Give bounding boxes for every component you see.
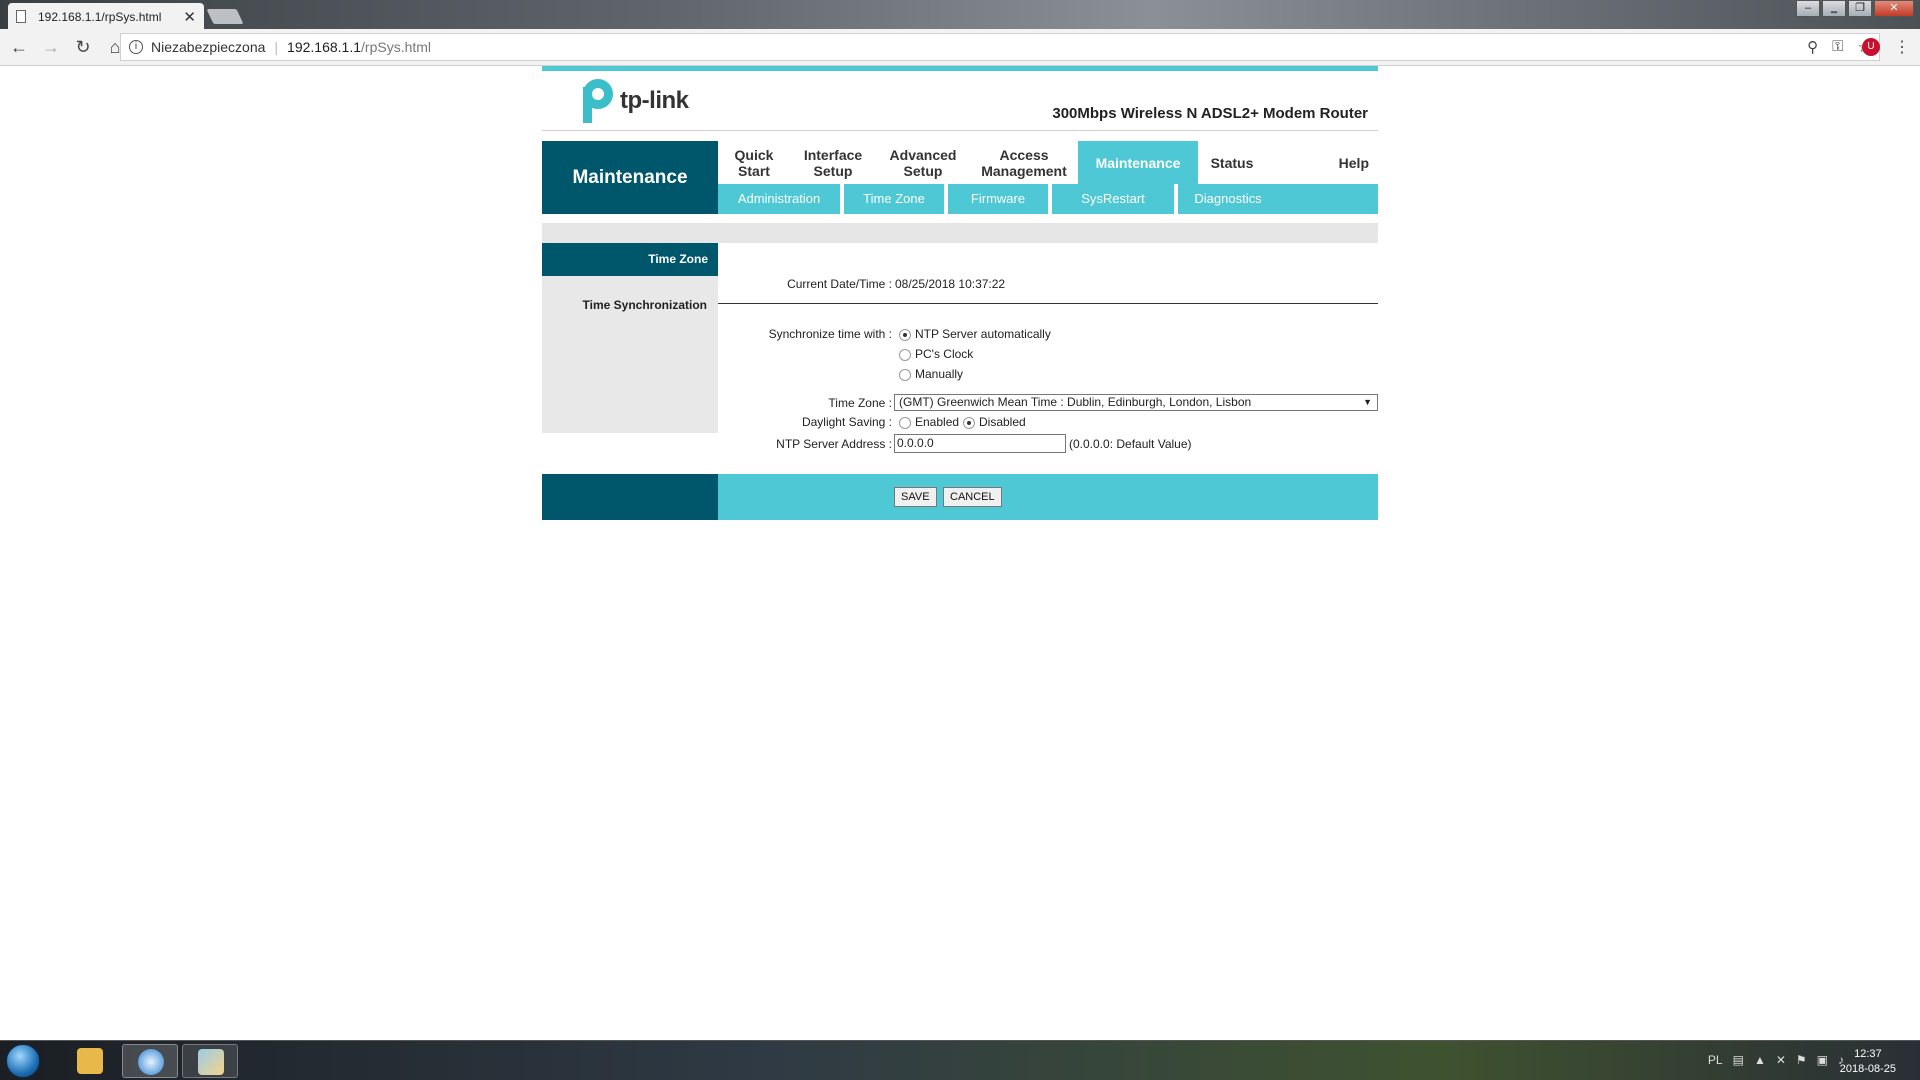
time-zone-label: Time Zone : xyxy=(828,396,892,410)
submenu-bar: Administration Time Zone Firmware SysRes… xyxy=(718,184,1378,214)
new-tab-button[interactable] xyxy=(206,9,244,24)
dropdown-arrow-icon: ▼ xyxy=(1363,397,1372,407)
section-title: Maintenance xyxy=(542,141,718,214)
menu-icon[interactable]: ⋮ xyxy=(1894,37,1910,57)
keyboard-icon[interactable]: ▤ xyxy=(1733,1053,1744,1067)
main-navigation: Maintenance Quick Start Interface Setup … xyxy=(542,141,1378,214)
menu-interface-setup[interactable]: Interface Setup xyxy=(790,141,876,184)
time-zone-heading: Time Zone xyxy=(542,243,718,276)
window-controls: – ‗ ❐ ✕ xyxy=(1794,0,1914,18)
app-tray-icon[interactable]: ✕ xyxy=(1776,1053,1786,1067)
minimize-icon[interactable]: – xyxy=(1796,0,1820,17)
sync-option-manually[interactable]: Manually xyxy=(899,367,963,381)
tplink-logo: tp-link xyxy=(574,79,689,123)
browser-tab-strip: 192.168.1.1/rpSys.html ✕ – ‗ ❐ ✕ xyxy=(0,0,1920,30)
menu-bar: Quick Start Interface Setup Advanced Set… xyxy=(718,141,1378,184)
router-page: tp-link 300Mbps Wireless N ADSL2+ Modem … xyxy=(542,66,1378,520)
taskbar-paint[interactable] xyxy=(182,1044,238,1078)
address-bar[interactable]: i Niezabezpieczona | 192.168.1.1 /rpSys.… xyxy=(120,33,1880,61)
sync-option-ntp[interactable]: NTP Server automatically xyxy=(899,327,1051,341)
submenu-sysrestart[interactable]: SysRestart xyxy=(1052,184,1178,214)
grey-band xyxy=(542,223,1378,243)
daylight-disabled-option[interactable]: Disabled xyxy=(963,415,1026,429)
zoom-icon[interactable]: ⚲ xyxy=(1807,38,1818,56)
model-name: 300Mbps Wireless N ADSL2+ Modem Router xyxy=(1052,105,1368,122)
action-bar-left xyxy=(542,474,718,520)
browser-tab[interactable]: 192.168.1.1/rpSys.html ✕ xyxy=(8,3,204,30)
clock-date: 2018-08-25 xyxy=(1839,1063,1896,1075)
paint-icon xyxy=(198,1049,224,1075)
browser-icon xyxy=(138,1049,164,1075)
divider xyxy=(718,303,1378,304)
security-label: Niezabezpieczona xyxy=(151,39,266,55)
ntp-address-label: NTP Server Address : xyxy=(776,437,892,451)
action-bar-right: SAVE CANCEL xyxy=(718,474,1378,520)
radio-manually[interactable] xyxy=(899,368,911,381)
menu-help[interactable]: Help xyxy=(1266,141,1378,184)
clock-time: 12:37 xyxy=(1854,1048,1882,1060)
menu-advanced-setup[interactable]: Advanced Setup xyxy=(876,141,970,184)
cancel-button[interactable]: CANCEL xyxy=(943,487,1002,507)
submenu-diagnostics[interactable]: Diagnostics xyxy=(1178,184,1278,214)
key-icon[interactable]: ⚿ xyxy=(1832,38,1843,56)
taskbar-browser[interactable] xyxy=(122,1044,178,1078)
flag-icon[interactable]: ⚑ xyxy=(1796,1053,1807,1067)
extension-icon[interactable]: U xyxy=(1862,38,1880,56)
form-side-labels: Time Zone Time Synchronization xyxy=(542,243,718,433)
radio-daylight-enabled[interactable] xyxy=(899,416,911,429)
url-host: 192.168.1.1 xyxy=(287,39,362,55)
restore-icon[interactable]: ❐ xyxy=(1848,0,1872,17)
sync-label: Synchronize time with : xyxy=(768,327,892,341)
page-header: tp-link 300Mbps Wireless N ADSL2+ Modem … xyxy=(542,71,1378,131)
radio-pc-clock[interactable] xyxy=(899,348,911,361)
info-icon[interactable]: i xyxy=(129,40,143,54)
form-fields: Current Date/Time : 08/25/2018 10:37:22 … xyxy=(718,243,1378,453)
url-path: /rpSys.html xyxy=(361,39,432,55)
menu-access-management[interactable]: Access Management xyxy=(970,141,1078,184)
time-zone-select[interactable]: (GMT) Greenwich Mean Time : Dublin, Edin… xyxy=(894,394,1378,411)
system-tray: PL ▤ ▲ ✕ ⚑ ▣ ♪ xyxy=(1708,1053,1844,1067)
taskbar: PL ▤ ▲ ✕ ⚑ ▣ ♪ 12:37 2018-08-25 xyxy=(0,1040,1920,1080)
back-icon[interactable]: ← xyxy=(6,34,32,60)
clock[interactable]: 12:37 2018-08-25 xyxy=(1840,1047,1896,1077)
radio-daylight-disabled[interactable] xyxy=(963,416,975,429)
daylight-enabled-option[interactable]: Enabled xyxy=(899,415,959,429)
save-button[interactable]: SAVE xyxy=(894,487,937,507)
separator: | xyxy=(274,39,279,55)
reload-icon[interactable]: ↻ xyxy=(70,34,96,60)
tab-title: 192.168.1.1/rpSys.html xyxy=(38,9,162,24)
logo-text: tp-link xyxy=(620,87,689,114)
radio-ntp[interactable] xyxy=(899,328,911,341)
menu-maintenance[interactable]: Maintenance xyxy=(1078,141,1198,184)
start-button-icon[interactable] xyxy=(6,1044,40,1078)
submenu-administration[interactable]: Administration xyxy=(718,184,844,214)
sync-option-pc-clock[interactable]: PC's Clock xyxy=(899,347,973,361)
current-datetime-label: Current Date/Time : xyxy=(787,277,892,291)
network-icon[interactable]: ▣ xyxy=(1817,1053,1828,1067)
ntp-address-hint: (0.0.0.0: Default Value) xyxy=(1069,437,1192,451)
tab-close-icon[interactable]: ✕ xyxy=(183,8,196,26)
folder-icon xyxy=(77,1048,103,1074)
logo-mark-icon xyxy=(574,79,614,123)
menu-status[interactable]: Status xyxy=(1198,141,1266,184)
page-icon xyxy=(16,10,26,23)
browser-toolbar: ← → ↻ ⌂ i Niezabezpieczona | 192.168.1.1… xyxy=(0,29,1920,66)
language-indicator[interactable]: PL xyxy=(1708,1053,1723,1067)
forward-icon[interactable]: → xyxy=(38,34,64,60)
submenu-firmware[interactable]: Firmware xyxy=(948,184,1052,214)
time-zone-form: Time Zone Time Synchronization Current D… xyxy=(542,243,1378,453)
minimize-icon[interactable]: ‗ xyxy=(1822,0,1846,17)
tray-expand-icon[interactable]: ▲ xyxy=(1754,1053,1766,1067)
submenu-time-zone[interactable]: Time Zone xyxy=(844,184,948,214)
close-window-icon[interactable]: ✕ xyxy=(1874,0,1914,17)
action-bar: SAVE CANCEL xyxy=(542,474,1378,520)
taskbar-explorer[interactable] xyxy=(62,1044,118,1078)
daylight-saving-label: Daylight Saving : xyxy=(801,415,892,429)
menu-quick-start[interactable]: Quick Start xyxy=(718,141,790,184)
time-sync-heading: Time Synchronization xyxy=(582,298,707,312)
current-datetime-value: 08/25/2018 10:37:22 xyxy=(895,277,1006,291)
ntp-address-input[interactable]: 0.0.0.0 xyxy=(894,434,1066,453)
